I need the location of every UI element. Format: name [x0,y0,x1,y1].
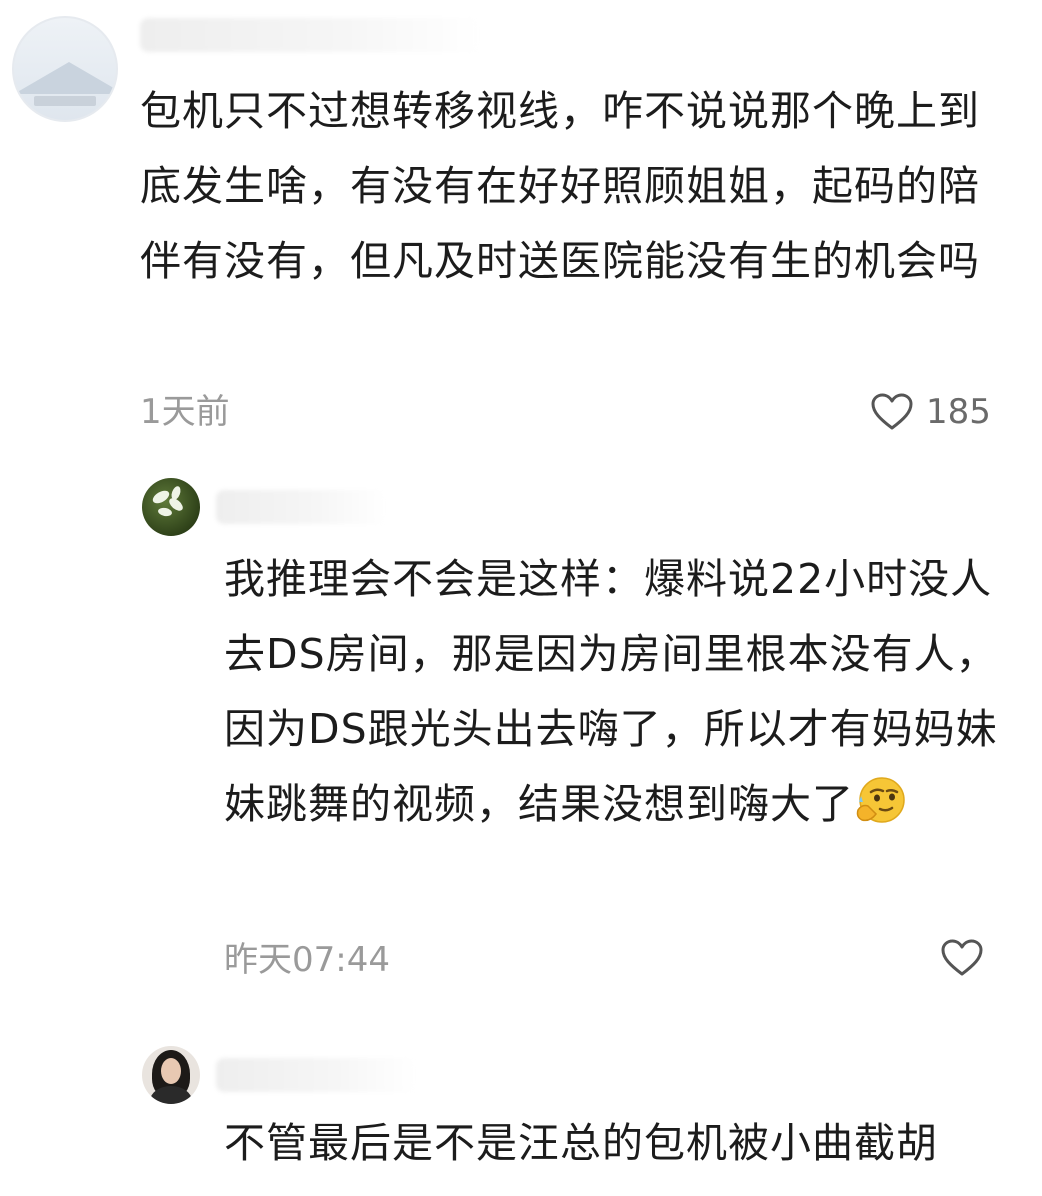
comment-text: 不管最后是不是汪总的包机被小曲截胡 [224,1119,938,1167]
avatar[interactable] [142,1046,200,1104]
avatar[interactable] [12,16,118,122]
comment-text: 包机只不过想转移视线，咋不说说那个晚上到底发生啥，有没有在好好照顾姐姐，起码的陪… [140,87,980,285]
comment-time: 昨天07:44 [224,940,390,980]
username-blurred[interactable] [216,1058,416,1092]
heart-icon[interactable] [870,392,914,432]
heart-icon[interactable] [940,938,984,978]
like-count: 185 [926,392,991,432]
username-blurred[interactable] [140,18,480,52]
thinking-face-emoji-icon [856,777,905,823]
comment-text: 我推理会不会是这样：爆料说22小时没人去DS房间，那是因为房间里根本没有人，因为… [224,542,1000,842]
comment-time: 1天前 [140,392,230,432]
avatar[interactable] [142,478,200,536]
username-blurred[interactable] [216,490,386,524]
